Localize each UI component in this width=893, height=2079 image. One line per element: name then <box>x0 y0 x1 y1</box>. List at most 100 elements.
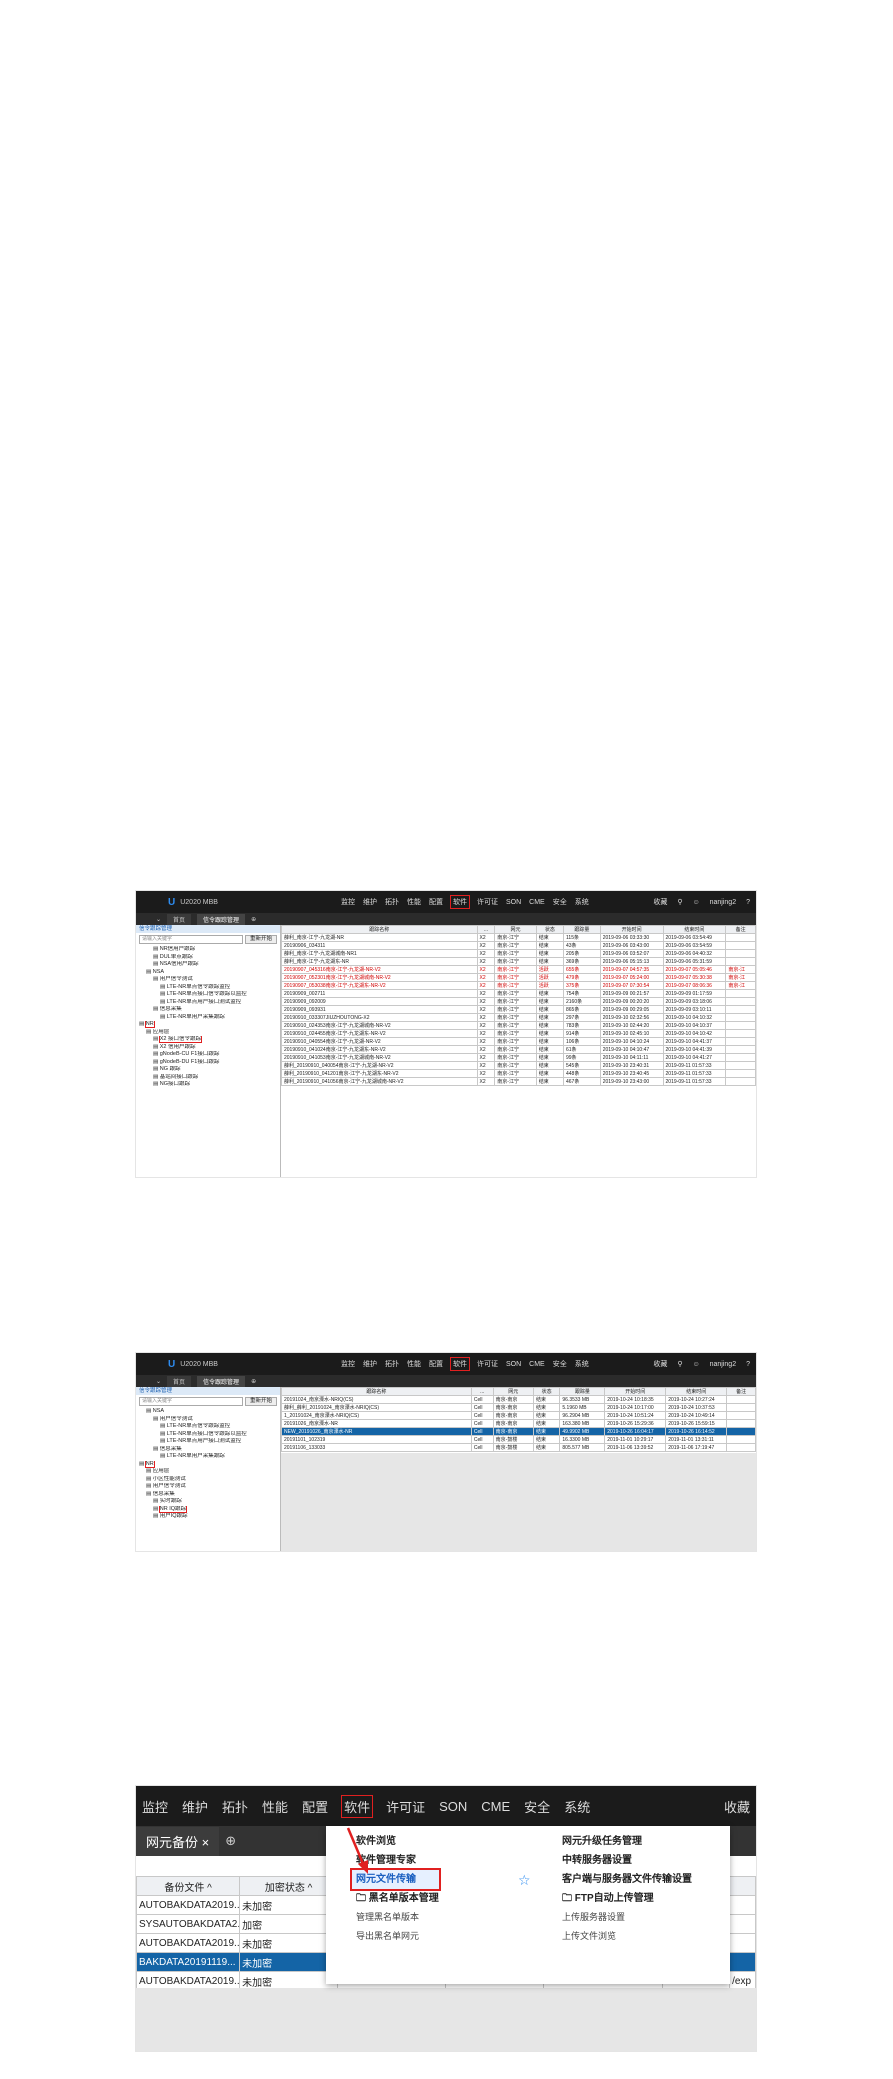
restart-button[interactable]: 重新开始 <box>245 1397 277 1406</box>
tree-node[interactable]: ▤ LTE-NR单用户采集跟踪 <box>139 1014 277 1022</box>
column-header[interactable]: 备注 <box>726 1387 756 1396</box>
menu-item[interactable]: 维护 <box>363 897 377 907</box>
column-header[interactable]: 跟踪量 <box>563 925 601 934</box>
table-row[interactable]: 20191106_133033 Cell 南京-鼓楼 结束 805.577 MB 2019… <box>281 1443 756 1452</box>
menu-item[interactable]: SON <box>439 1799 467 1814</box>
menu-item[interactable]: 系统 <box>575 1359 589 1369</box>
menu-item[interactable]: 配置 <box>429 897 443 907</box>
tree-node[interactable]: ▤ 应用层 <box>139 1029 277 1037</box>
tree-node[interactable]: ▤ NR <box>139 1460 277 1469</box>
tree-node[interactable]: ▤ 用户信令测试 <box>139 1416 277 1424</box>
menu-item[interactable]: CME <box>529 1361 545 1368</box>
table-row[interactable]: 20190910_041053南京-江宁-九龙湖城南-NR-V2 X2 南京-江宁结… <box>281 1053 756 1062</box>
tree-node[interactable]: ▤ LTE-NR单用户采集跟踪 <box>139 1453 277 1461</box>
menu-item[interactable]: 配置 <box>429 1359 443 1369</box>
tree-node[interactable]: ▤ 实时跟踪 <box>139 1498 277 1506</box>
tree-node[interactable]: ▤ 应用层 <box>139 1468 277 1476</box>
menu-item[interactable]: 配置 <box>302 1797 328 1816</box>
username[interactable]: nanjing2 <box>710 899 736 906</box>
user-icon[interactable]: ☺ <box>692 1361 699 1368</box>
column-header[interactable]: 备注 <box>725 925 756 934</box>
tree-node[interactable]: ▤ 用户IQ跟踪 <box>139 1513 277 1521</box>
menu-item[interactable]: SON <box>506 1361 521 1368</box>
tab-signaling-trace[interactable]: 信令跟踪管理 <box>197 1375 246 1387</box>
menu-item[interactable]: 监控 <box>142 1797 168 1816</box>
favorite-star-icon[interactable]: ☆ <box>518 1872 531 1889</box>
add-tab-icon[interactable]: ⊕ <box>251 1378 256 1385</box>
menu-item[interactable]: CME <box>481 1799 510 1814</box>
tree-node[interactable]: ▤ NG 跟踪 <box>139 1066 277 1074</box>
dropdown-menu-item[interactable]: 上传服务器设置 <box>562 1908 692 1927</box>
dropdown-menu-item[interactable]: 管理黑名单版本 <box>356 1908 439 1927</box>
table-row[interactable]: 20190907_053038南京-江宁-九龙湖东-NR-V2 X2 南京-江宁 活跃… <box>281 981 756 990</box>
column-header[interactable]: 状态 <box>535 925 565 934</box>
search-icon[interactable]: ⚲ <box>677 898 682 906</box>
tree-node[interactable]: ▤ 小区性能测试 <box>139 1476 277 1484</box>
column-header[interactable]: 网元 <box>494 925 537 934</box>
favorites-link[interactable]: 收藏 <box>653 897 667 907</box>
favorites-link[interactable]: 收藏 <box>724 1797 750 1816</box>
help-icon[interactable]: ? <box>746 899 750 906</box>
column-header[interactable]: 备份文件 ^ <box>136 1876 241 1896</box>
menu-item[interactable]: 维护 <box>363 1359 377 1369</box>
table-row[interactable]: 20190910_024353南京-江宁-九龙湖城南-NR-V2 X2 南京-江宁结… <box>281 1021 756 1030</box>
menu-item[interactable]: 监控 <box>341 897 355 907</box>
table-row[interactable]: 薛利_南京-江宁-九龙湖-NR X2 南京-江宁 结束 115条 2019-09-06 0… <box>281 933 756 942</box>
menu-item[interactable]: 系统 <box>564 1797 590 1816</box>
dropdown-menu-item[interactable]: 中转服务器设置 <box>562 1851 692 1870</box>
tab-home[interactable]: 首页 <box>167 913 192 925</box>
collapse-icon[interactable]: ⌄ <box>156 916 161 923</box>
tree-search-input[interactable]: 请输入关键字 <box>139 1397 243 1406</box>
tab-signaling-trace[interactable]: 信令跟踪管理 <box>197 913 246 925</box>
table-row[interactable]: 20190909_092009 X2 南京-江宁 结束 2160条 2019-09-09 … <box>281 997 756 1006</box>
username[interactable]: nanjing2 <box>710 1361 736 1368</box>
tree-node[interactable]: ▤ LTE-NR单点接口信令跟踪以监控 <box>139 991 277 999</box>
dropdown-menu-item[interactable]: 🗀 FTP自动上传管理 <box>562 1889 692 1908</box>
tree-node[interactable]: ▤ NSA <box>139 1408 277 1416</box>
dropdown-menu-item[interactable]: 导出黑名单网元 <box>356 1927 439 1946</box>
column-header[interactable]: 跟踪名称 <box>281 925 478 934</box>
table-row[interactable]: 20190907_045316南京-江宁-九龙湖-NR-V2 X2 南京-江宁 活跃 6… <box>281 965 756 974</box>
table-row[interactable]: 20190909_093931 X2 南京-江宁 结束 865条 2019-09-09 0… <box>281 1005 756 1014</box>
table-row[interactable]: 薛利_20190910_040054南京-江宁-九龙湖-NR-V2 X2 南京-江宁… <box>281 1061 756 1070</box>
column-header[interactable]: ... <box>470 1387 494 1396</box>
tree-node[interactable]: ▤ NSA信用户跟踪 <box>139 961 277 969</box>
add-tab-icon[interactable]: ⊕ <box>225 1833 236 1849</box>
tree-node[interactable]: ▤ 信息采集 <box>139 1446 277 1454</box>
table-row[interactable]: 20191026_南京溧水-NR Cell 南京-南京 结束 163.380 MB 201… <box>281 1419 756 1428</box>
column-header[interactable] <box>729 1876 756 1896</box>
tree-node[interactable]: ▤ LTE-NR单点接口信令跟踪以监控 <box>139 1431 277 1439</box>
menu-item[interactable]: 许可证 <box>386 1797 425 1816</box>
table-row[interactable]: 薛利_南京-江宁-九龙湖东-NR X2 南京-江宁 结束 369条 2019-09-06 … <box>281 957 756 966</box>
tree-node[interactable]: ▤ X2 接口信令跟踪 <box>139 1036 277 1044</box>
menu-item[interactable]: 监控 <box>341 1359 355 1369</box>
tree-node[interactable]: ▤ NSA <box>139 969 277 977</box>
column-header[interactable]: 跟踪量 <box>559 1387 606 1396</box>
column-header[interactable]: 结束时间 <box>662 925 727 934</box>
tree-node[interactable]: ▤ NR信用户跟踪 <box>139 946 277 954</box>
column-header[interactable]: 开始时间 <box>604 1387 667 1396</box>
menu-item[interactable]: 性能 <box>407 1359 421 1369</box>
tree-search-input[interactable]: 请输入关键字 <box>139 935 243 944</box>
table-row[interactable]: 20190910_024455南京-江宁-九龙湖东-NR-V2 X2 南京-江宁 结束… <box>281 1029 756 1038</box>
tab-ne-backup[interactable]: 网元备份 × <box>136 1826 220 1856</box>
menu-item[interactable]: 许可证 <box>477 897 498 907</box>
table-row[interactable]: 20190906_034311 X2 南京-江宁 结束 43条 2019-09-06 03… <box>281 941 756 950</box>
menu-item[interactable]: 系统 <box>575 897 589 907</box>
column-header[interactable]: 加密状态 ^ <box>239 1876 339 1896</box>
menu-item[interactable]: 安全 <box>524 1797 550 1816</box>
table-row[interactable]: 20190910_041024南京-江宁-九龙湖东-NR-V2 X2 南京-江宁 结束… <box>281 1045 756 1054</box>
column-header[interactable]: ... <box>476 925 496 934</box>
column-header[interactable]: 状态 <box>532 1387 561 1396</box>
table-row[interactable]: 20190909_002711 X2 南京-江宁 结束 754条 2019-09-09 0… <box>281 989 756 998</box>
table-row[interactable]: 薛利_20190910_041056南京-江宁-九龙湖城南-NR-V2 X2 南京-… <box>281 1077 756 1086</box>
tree-node[interactable]: ▤ gNodeB-DU F1接口跟踪 <box>139 1059 277 1067</box>
add-tab-icon[interactable]: ⊕ <box>251 916 256 923</box>
tree-node[interactable]: ▤ 基站间接口跟踪 <box>139 1074 277 1082</box>
tree-node[interactable]: ▤ 用户信令测试 <box>139 1483 277 1491</box>
tree-node[interactable]: ▤ 信息采集 <box>139 1491 277 1499</box>
tree-node[interactable]: ▤ 用户信令测试 <box>139 976 277 984</box>
menu-item[interactable]: 拓扑 <box>222 1797 248 1816</box>
column-header[interactable]: 网元 <box>492 1387 534 1396</box>
table-row[interactable]: 20190907_052301南京-江宁-九龙湖城南-NR-V2 X2 南京-江宁活… <box>281 973 756 982</box>
